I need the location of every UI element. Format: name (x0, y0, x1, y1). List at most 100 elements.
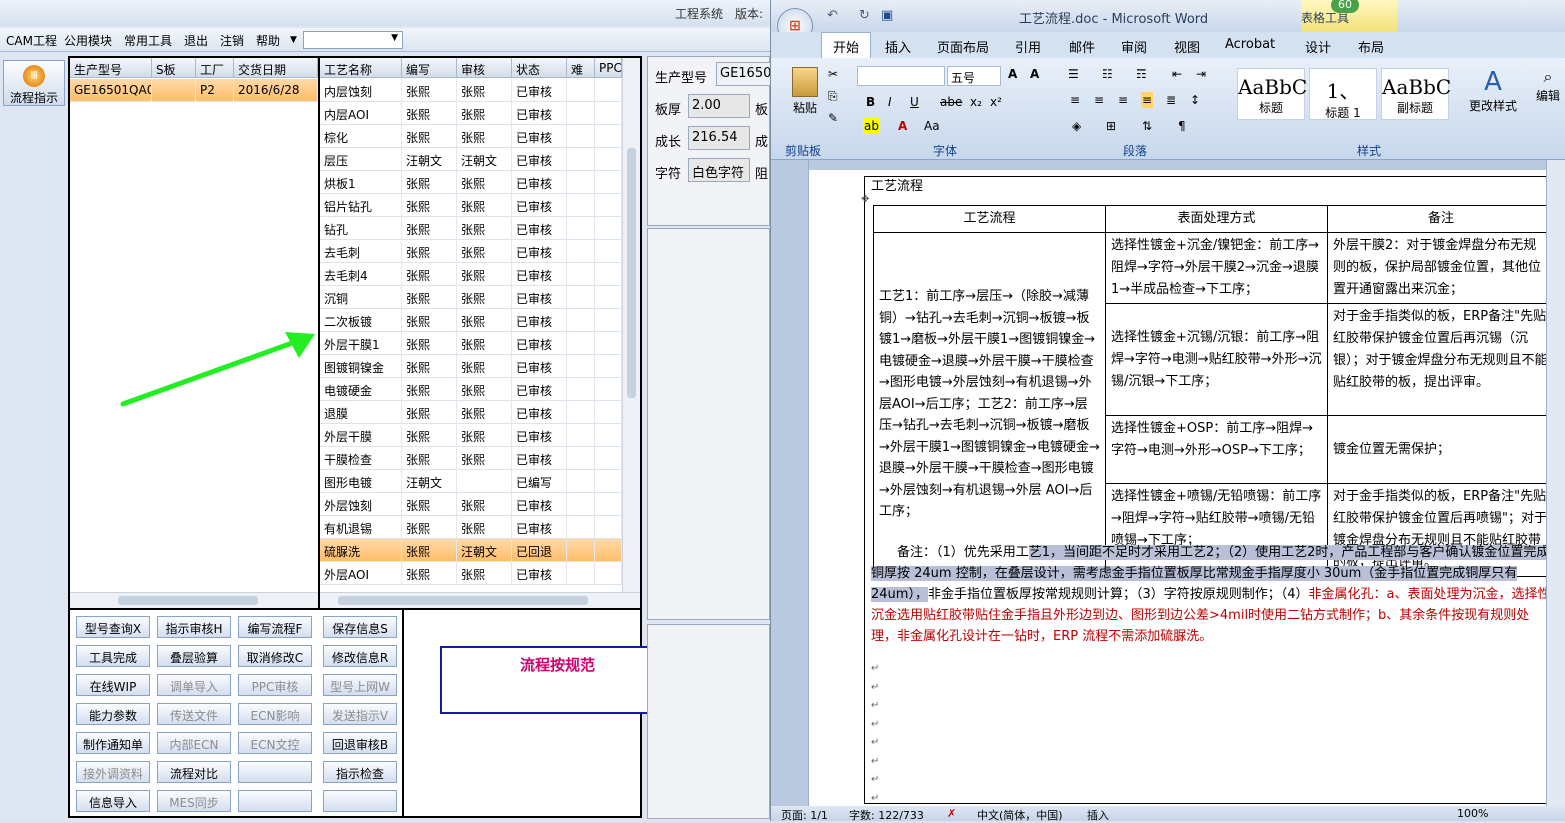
action-button[interactable]: 回退审核B (323, 732, 397, 754)
table-row[interactable]: 外层干膜1 张熙 张熙 已审核 (320, 332, 622, 355)
numbering-icon[interactable]: ☷ (1101, 66, 1114, 82)
table-row[interactable]: 去毛刺 张熙 张熙 已审核 (320, 240, 622, 263)
model-field[interactable]: GE1650 (716, 62, 776, 86)
editing-button[interactable]: ⌕ 编辑 (1533, 66, 1563, 105)
table-row[interactable]: 退膜 张熙 张熙 已审核 (320, 401, 622, 424)
font-color-icon[interactable]: A (897, 118, 908, 134)
redo-icon[interactable]: ↻ (859, 8, 870, 23)
style-title[interactable]: AaBbC 标题 (1237, 68, 1307, 120)
decrease-indent-icon[interactable]: ⇤ (1171, 66, 1183, 82)
table-row[interactable]: 电镀硬金 张熙 张熙 已审核 (320, 378, 622, 401)
menu-help[interactable]: 帮助 (256, 32, 280, 49)
action-button[interactable]: 接外调资料 (76, 761, 150, 783)
menu-common-tools[interactable]: 常用工具 (124, 32, 172, 49)
char-field[interactable]: 白色字符 (688, 158, 750, 182)
shading-icon[interactable]: ◈ (1071, 118, 1082, 134)
action-button[interactable]: PPC审核 (238, 674, 312, 696)
menu-exit[interactable]: 退出 (184, 32, 208, 49)
underline-icon[interactable]: U (909, 94, 920, 110)
style-subtitle[interactable]: AaBbC 副标题 (1381, 68, 1451, 120)
table-row[interactable]: 钻孔 张熙 张熙 已审核 (320, 217, 622, 240)
save-icon[interactable]: ▣ (881, 8, 893, 23)
tab-design[interactable]: 设计 (1305, 37, 1331, 56)
action-button[interactable]: 保存信息S (323, 616, 397, 638)
table-move-handle-icon[interactable]: ✥ (861, 194, 869, 205)
table-row[interactable]: 棕化 张熙 张熙 已审核 (320, 125, 622, 148)
col-writer[interactable]: 编写 (402, 58, 457, 78)
italic-icon[interactable]: I (887, 94, 893, 110)
table-row[interactable]: 图形电镀 汪朝文 已编写 (320, 470, 622, 493)
strikethrough-icon[interactable]: abe (939, 94, 963, 110)
tab-review[interactable]: 审阅 (1121, 37, 1147, 56)
style-heading-1[interactable]: 1、 标题 1 (1309, 68, 1377, 120)
cut-icon[interactable]: ✂ (827, 66, 839, 82)
superscript-icon[interactable]: x² (989, 94, 1003, 110)
scroll-thumb[interactable] (627, 148, 636, 398)
tab-insert[interactable]: 插入 (885, 37, 911, 56)
multilevel-icon[interactable]: ☶ (1135, 66, 1148, 82)
format-painter-icon[interactable]: ✎ (827, 110, 839, 126)
bullets-icon[interactable]: ☰ (1067, 66, 1080, 82)
align-left-icon[interactable]: ≡ (1069, 92, 1081, 108)
table-row[interactable]: 硫脲洗 张熙 汪朝文 已回退 (320, 539, 622, 562)
action-button[interactable]: 叠层验算 (157, 645, 231, 667)
action-button[interactable]: 调单导入 (157, 674, 231, 696)
tab-layout[interactable]: 布局 (1358, 37, 1384, 56)
action-button[interactable]: 指示检查 (323, 761, 397, 783)
action-button[interactable]: 在线WIP (76, 674, 150, 696)
proofing-icon[interactable]: ✗ (947, 807, 956, 820)
doc-vertical-scrollbar[interactable] (1546, 160, 1565, 806)
show-marks-icon[interactable]: ¶ (1177, 118, 1187, 134)
font-size-combo[interactable]: 五号 (947, 66, 1001, 86)
font-grow-icon[interactable]: A (1007, 66, 1018, 82)
col-difficulty[interactable]: 难 (567, 58, 595, 78)
table-row[interactable]: 外层蚀刻 张熙 张熙 已审核 (320, 493, 622, 516)
copy-icon[interactable]: ⎘ (827, 88, 839, 105)
action-button[interactable] (238, 761, 312, 783)
table-row[interactable]: GE16501QA0 P2 2016/6/28 (70, 79, 318, 102)
action-button[interactable]: 编写流程F (238, 616, 312, 638)
table-row[interactable]: 去毛刺4 张熙 张熙 已审核 (320, 263, 622, 286)
col-process-name[interactable]: 工艺名称 (320, 58, 402, 78)
action-button[interactable]: 发送指示V (323, 703, 397, 725)
col-status[interactable]: 状态 (512, 58, 567, 78)
flow-instruction-button[interactable]: Ⅲ 流程指示 (3, 60, 65, 106)
action-button[interactable]: 修改信息R (323, 645, 397, 667)
action-button[interactable] (238, 790, 312, 812)
document-page[interactable]: 工艺流程 ✥ 工艺流程 表面处理方式 备注 工艺1：前工序→层压→（除胶→减薄铜… (809, 170, 1565, 806)
line-spacing-icon[interactable]: ↕ (1189, 92, 1201, 108)
vertical-scrollbar[interactable] (622, 58, 640, 592)
tab-view[interactable]: 视图 (1174, 37, 1200, 56)
col-reviewer[interactable]: 审核 (457, 58, 512, 78)
paste-button[interactable]: 粘贴 (785, 64, 825, 124)
horizontal-scrollbar[interactable] (70, 592, 318, 608)
tab-page-layout[interactable]: 页面布局 (937, 37, 989, 56)
highlight-icon[interactable]: ab (863, 118, 880, 134)
table-row[interactable]: 图镀铜镍金 张熙 张熙 已审核 (320, 355, 622, 378)
menu-public-modules[interactable]: 公用模块 (64, 32, 112, 49)
action-button[interactable]: 取消修改C (238, 645, 312, 667)
undo-icon[interactable]: ↶ (827, 8, 838, 23)
menu-cam[interactable]: CAM工程 (6, 32, 57, 49)
table-row[interactable]: 内层蚀刻 张熙 张熙 已审核 (320, 79, 622, 102)
scroll-thumb[interactable] (338, 596, 588, 605)
distributed-icon[interactable]: ≣ (1165, 92, 1177, 108)
align-right-icon[interactable]: ≡ (1117, 92, 1129, 108)
action-button[interactable]: 流程对比 (157, 761, 231, 783)
col-delivery-date[interactable]: 交货日期 (234, 58, 318, 78)
subscript-icon[interactable]: x₂ (969, 94, 983, 110)
action-button[interactable]: 型号查询X (76, 616, 150, 638)
table-row[interactable]: 干膜检查 张熙 张熙 已审核 (320, 447, 622, 470)
status-zoom[interactable]: 100% (1457, 807, 1488, 820)
action-button[interactable]: 内部ECN (157, 732, 231, 754)
bold-icon[interactable]: B (865, 94, 876, 110)
action-button[interactable]: ECN文控 (238, 732, 312, 754)
table-row[interactable]: 外层干膜 张熙 张熙 已审核 (320, 424, 622, 447)
action-button[interactable]: 型号上网W (323, 674, 397, 696)
tab-home[interactable]: 开始 (833, 37, 859, 56)
menu-combo-box[interactable]: ▼ (303, 31, 403, 49)
sort-icon[interactable]: ⇅ (1141, 118, 1153, 134)
menu-help-chevron-icon[interactable]: ▼ (290, 35, 297, 45)
action-button[interactable]: ECN影响 (238, 703, 312, 725)
scroll-thumb[interactable] (118, 596, 258, 605)
